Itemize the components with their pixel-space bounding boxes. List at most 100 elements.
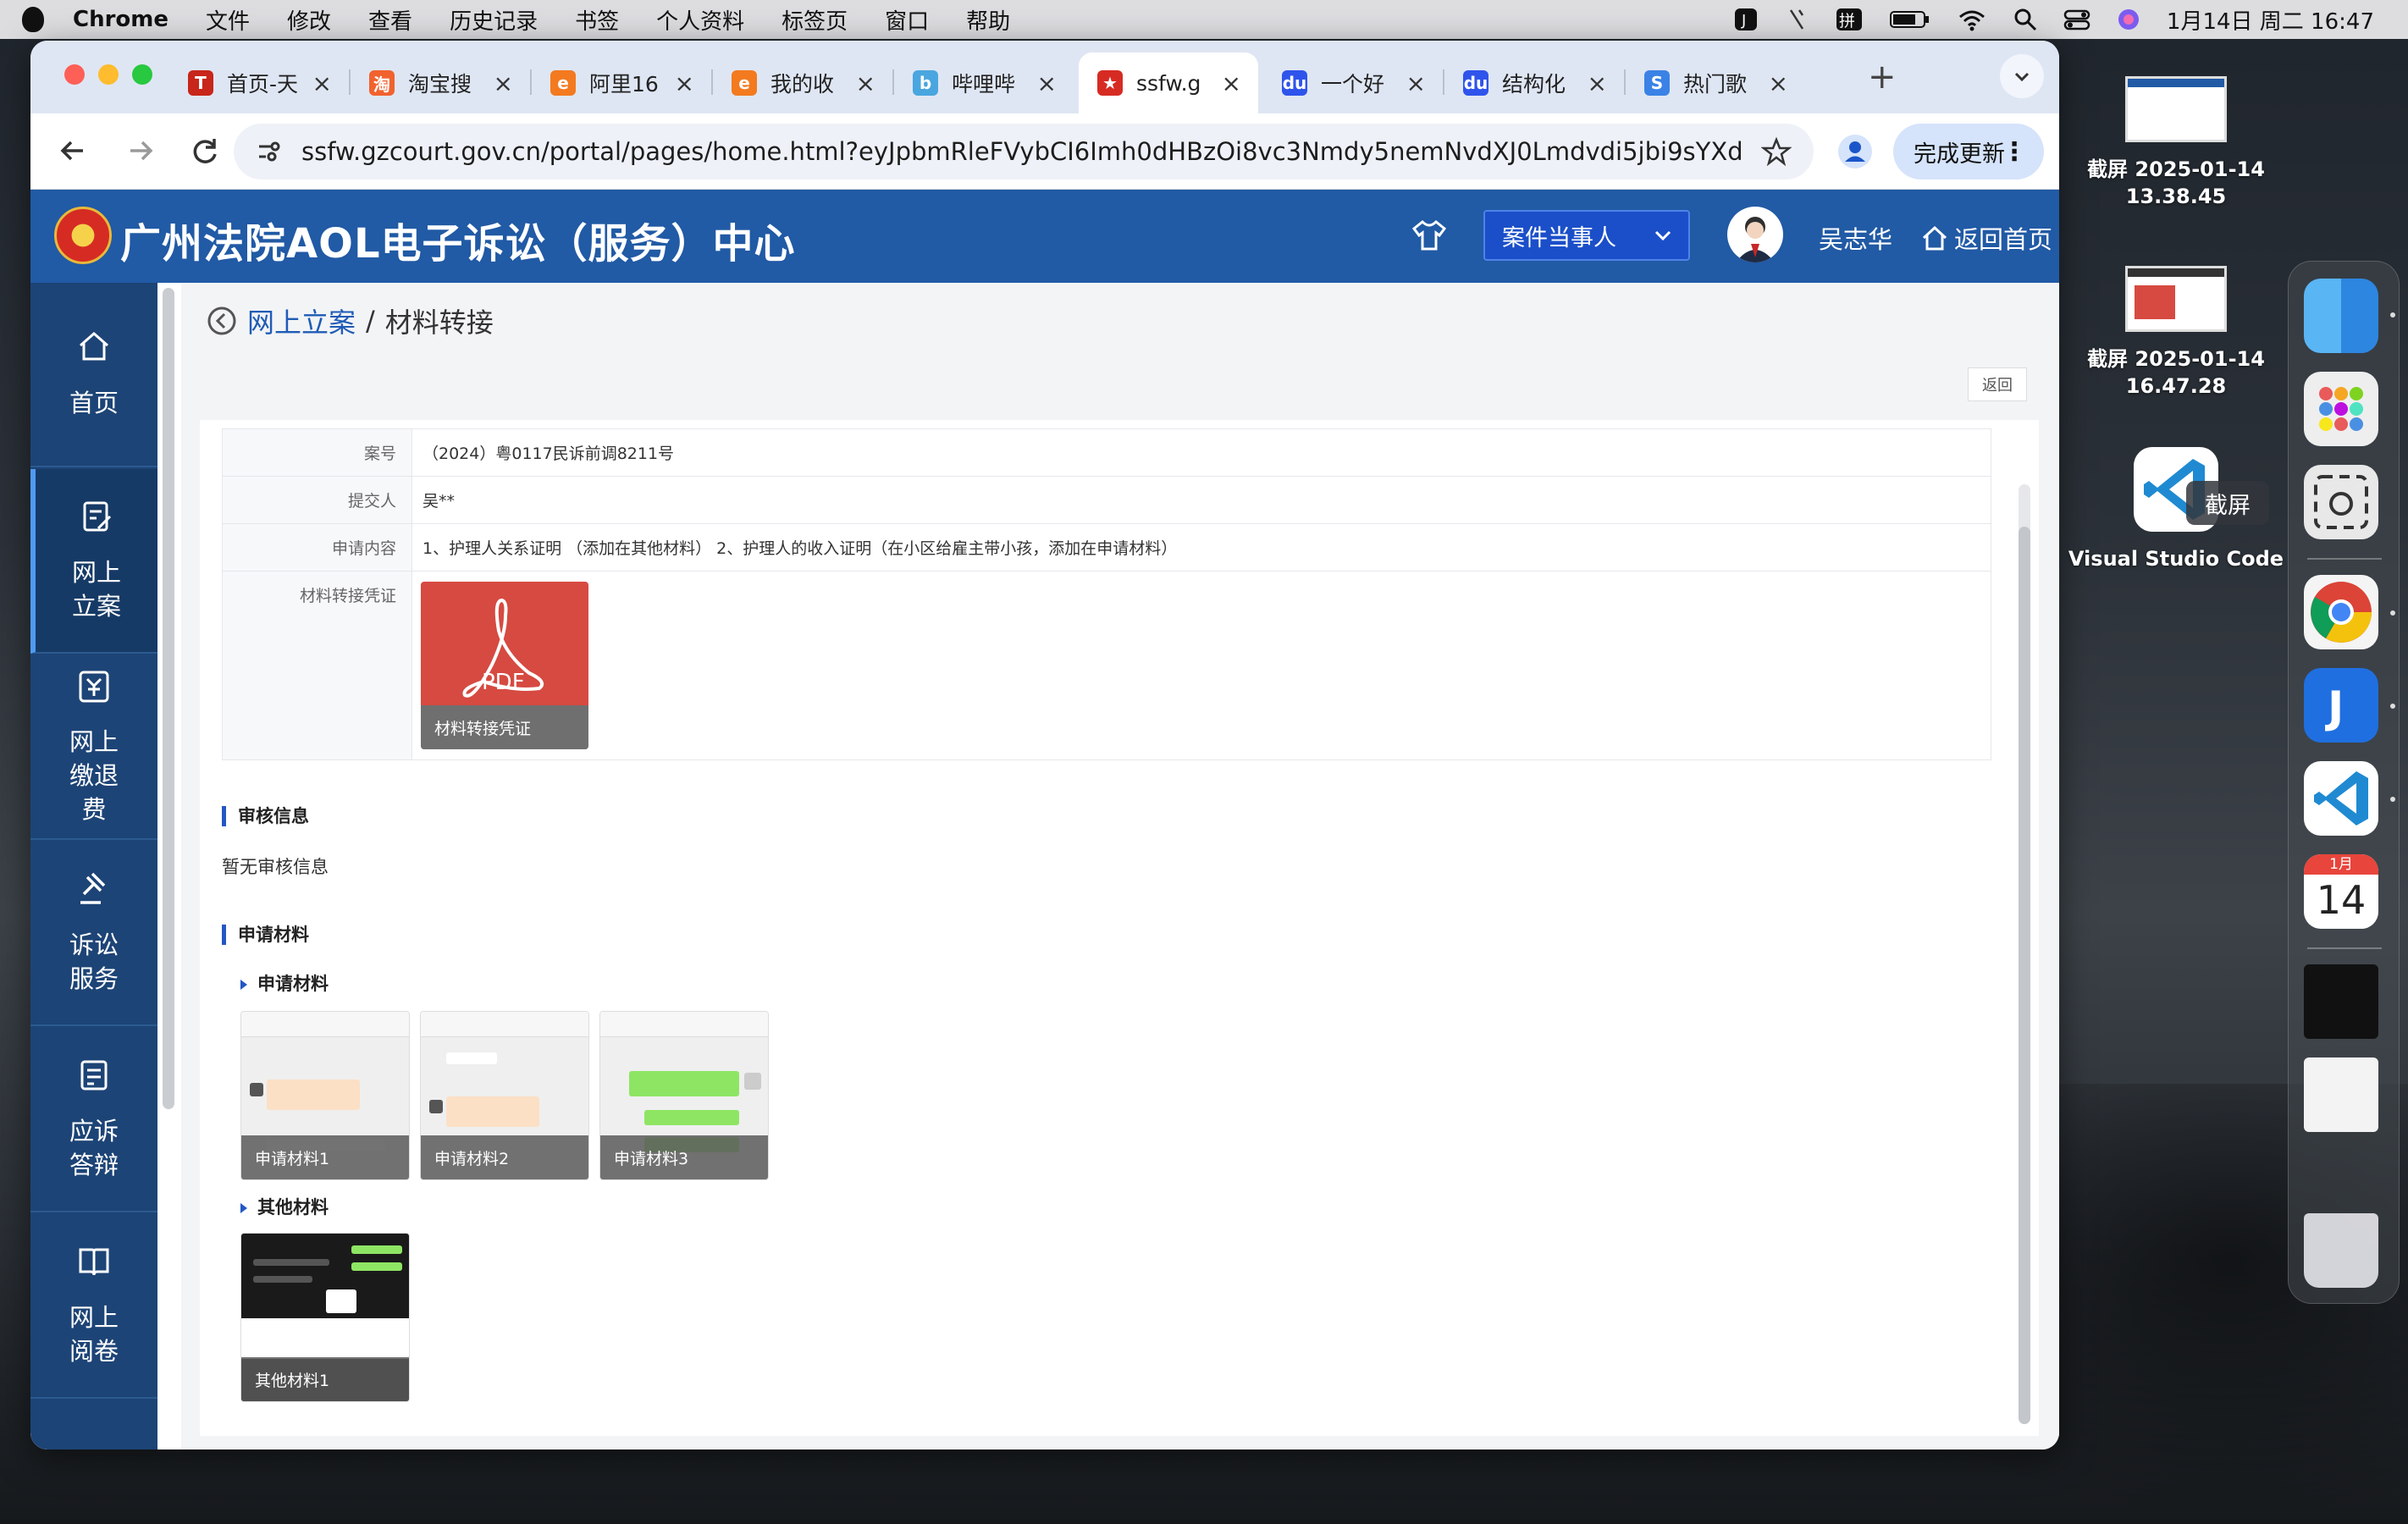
- trash-icon[interactable]: [2304, 1213, 2378, 1288]
- close-tab-icon[interactable]: ×: [1406, 69, 1426, 97]
- materials-group-apply[interactable]: 申请材料: [240, 970, 329, 996]
- materials-section-title: 申请材料: [222, 925, 309, 945]
- screenshot-app-icon[interactable]: [2304, 465, 2378, 539]
- back-circle-icon[interactable]: [207, 306, 237, 336]
- joplin-tray-icon[interactable]: J: [1733, 7, 1759, 32]
- material-thumbnail[interactable]: 申请材料1: [240, 1011, 410, 1180]
- screenshot-thumbnail: [2125, 76, 2227, 142]
- tab-search-button[interactable]: [2000, 54, 2044, 98]
- menu-app-name[interactable]: Chrome: [73, 7, 168, 32]
- baidu-icon: du: [1463, 70, 1488, 96]
- close-tab-icon[interactable]: ×: [1769, 69, 1788, 97]
- material-thumbnail[interactable]: 申请材料3: [599, 1011, 769, 1180]
- menubar-clock[interactable]: 1月14日 周二 16:47: [2167, 4, 2374, 36]
- finder-icon[interactable]: [2304, 279, 2378, 353]
- browser-tab[interactable]: e 阿里16 ×: [532, 52, 711, 113]
- new-tab-button[interactable]: +: [1868, 58, 1897, 97]
- menu-bookmarks[interactable]: 书签: [575, 4, 619, 36]
- sidebar-item[interactable]: 首页: [30, 283, 157, 467]
- avatar[interactable]: [1727, 207, 1783, 262]
- more-menu-icon[interactable]: ⋮: [2002, 137, 2027, 167]
- breadcrumb-current: 材料转接: [384, 306, 494, 339]
- menu-help[interactable]: 帮助: [966, 4, 1010, 36]
- vscode-dock-icon[interactable]: [2304, 761, 2378, 836]
- back-icon[interactable]: [54, 132, 91, 169]
- pdf-voucher-file[interactable]: PDF 材料转接凭证: [421, 582, 588, 749]
- sidebar-item[interactable]: 诉讼服务: [30, 842, 157, 1026]
- breadcrumb-separator: /: [366, 305, 375, 337]
- close-window-button[interactable]: [64, 64, 85, 85]
- forward-icon[interactable]: [122, 132, 159, 169]
- role-select[interactable]: 案件当事人: [1483, 210, 1690, 261]
- close-tab-icon[interactable]: ×: [494, 69, 513, 97]
- browser-tab[interactable]: du 一个好 ×: [1263, 52, 1443, 113]
- materials-group-other[interactable]: 其他材料: [240, 1194, 329, 1219]
- material-thumbnail[interactable]: 其他材料1: [240, 1233, 410, 1402]
- recent-window-thumbnail[interactable]: [2304, 964, 2378, 1039]
- close-tab-icon[interactable]: ×: [675, 69, 694, 97]
- sidebar-item[interactable]: [30, 1400, 157, 1449]
- launchpad-icon[interactable]: [2304, 372, 2378, 446]
- sidebar-item[interactable]: 网上缴退费: [30, 655, 157, 840]
- desktop-screenshot-file[interactable]: 截屏 2025-01-14 13.38.45: [2083, 76, 2269, 210]
- mute-icon[interactable]: [1784, 7, 1809, 32]
- input-method-icon[interactable]: 拼: [1835, 7, 1864, 32]
- maximize-window-button[interactable]: [132, 64, 152, 85]
- browser-tab[interactable]: ★ ssfw.g ×: [1079, 52, 1258, 113]
- battery-icon[interactable]: [1889, 7, 1931, 32]
- close-tab-icon[interactable]: ×: [1222, 69, 1241, 97]
- close-tab-icon[interactable]: ×: [312, 69, 332, 97]
- browser-tab[interactable]: S 热门歌 ×: [1626, 52, 1805, 113]
- minimize-window-button[interactable]: [98, 64, 119, 85]
- breadcrumb: 网上立案 / 材料转接: [207, 301, 494, 340]
- sidebar-item[interactable]: 应诉答辩: [30, 1028, 157, 1212]
- home-icon: [1922, 225, 1947, 251]
- macos-menubar: Chrome 文件 修改 查看 历史记录 书签 个人资料 标签页 窗口 帮助 J…: [0, 0, 2408, 39]
- recent-window-thumbnail[interactable]: [2304, 1057, 2378, 1132]
- menu-window[interactable]: 窗口: [885, 4, 929, 36]
- content-scrollbar[interactable]: [2019, 484, 2030, 1424]
- close-tab-icon[interactable]: ×: [1588, 69, 1607, 97]
- control-center-icon[interactable]: [2063, 7, 2090, 32]
- browser-tab[interactable]: e 我的收 ×: [713, 52, 892, 113]
- material-thumbnail[interactable]: 申请材料2: [420, 1011, 589, 1180]
- menu-tabs[interactable]: 标签页: [781, 4, 848, 36]
- back-button[interactable]: 返回: [1968, 367, 2027, 401]
- browser-tab[interactable]: T 首页-天 ×: [169, 52, 349, 113]
- bookmark-star-icon[interactable]: [1761, 136, 1792, 167]
- browser-tab[interactable]: du 结构化 ×: [1444, 52, 1624, 113]
- browser-tab[interactable]: b 哔哩哔 ×: [894, 52, 1074, 113]
- menu-file[interactable]: 文件: [206, 4, 250, 36]
- return-home-link[interactable]: 返回首页: [1920, 220, 2052, 256]
- sidebar-scrollbar[interactable]: [163, 288, 174, 1109]
- shirt-icon[interactable]: [1411, 218, 1448, 252]
- sidebar-item[interactable]: 网上阅卷: [30, 1214, 157, 1399]
- url-text[interactable]: ssfw.gzcourt.gov.cn/portal/pages/home.ht…: [301, 137, 1741, 166]
- close-tab-icon[interactable]: ×: [1037, 69, 1057, 97]
- browser-tab[interactable]: 淘淘宝搜 ×: [351, 52, 530, 113]
- site-info-icon[interactable]: [254, 137, 283, 166]
- apple-icon[interactable]: [22, 7, 44, 32]
- calendar-icon[interactable]: 1月 14: [2304, 854, 2378, 929]
- wifi-icon[interactable]: [1957, 7, 1987, 32]
- menu-profiles[interactable]: 个人资料: [656, 4, 744, 36]
- sidebar-item[interactable]: 网上立案: [30, 469, 157, 654]
- menu-view[interactable]: 查看: [368, 4, 412, 36]
- profile-icon[interactable]: [1837, 134, 1873, 169]
- chrome-icon[interactable]: [2304, 575, 2378, 649]
- menu-history[interactable]: 历史记录: [450, 4, 538, 36]
- breadcrumb-parent-link[interactable]: 网上立案: [247, 301, 356, 340]
- reload-icon[interactable]: [186, 132, 224, 169]
- close-tab-icon[interactable]: ×: [856, 69, 875, 97]
- menu-edit[interactable]: 修改: [287, 4, 331, 36]
- tab-title: 阿里16: [589, 72, 659, 97]
- search-icon[interactable]: [2013, 7, 2038, 32]
- update-button[interactable]: 完成更新 ⋮: [1893, 124, 2044, 179]
- joplin-icon[interactable]: J: [2304, 668, 2378, 743]
- desktop-screenshot-file[interactable]: 截屏 2025-01-14 16.47.28: [2083, 266, 2269, 400]
- user-name[interactable]: 吴志华: [1819, 220, 1892, 256]
- siri-icon[interactable]: [2116, 7, 2141, 32]
- taobao-icon: 淘: [369, 70, 395, 96]
- address-bar[interactable]: ssfw.gzcourt.gov.cn/portal/pages/home.ht…: [234, 124, 1814, 179]
- tab-title: 我的收: [770, 72, 835, 97]
